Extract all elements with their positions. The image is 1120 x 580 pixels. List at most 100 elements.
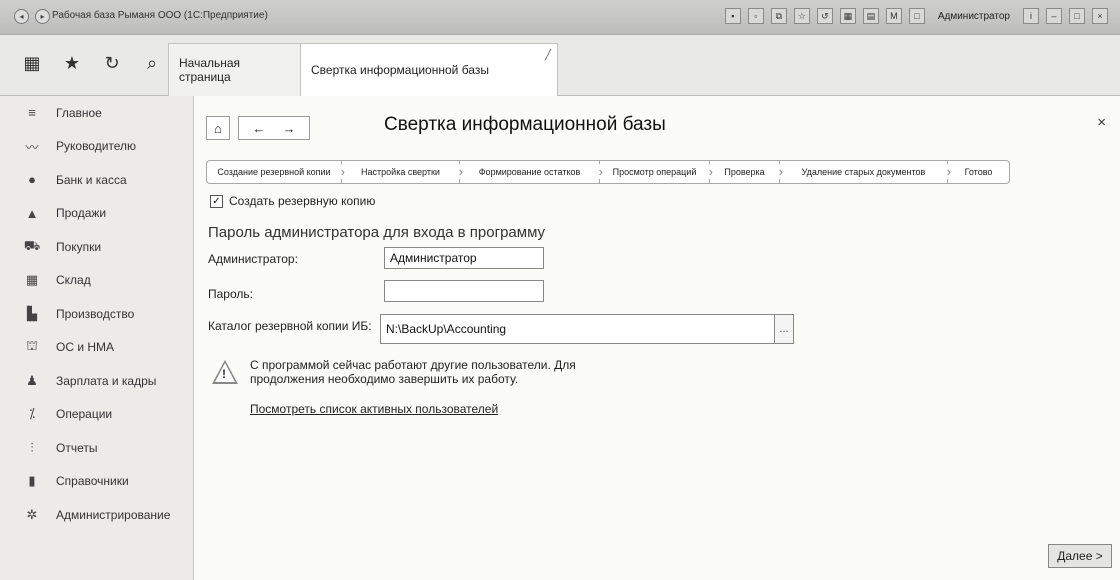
step-check[interactable]: Проверка: [709, 160, 783, 184]
tab-start-page[interactable]: Начальная страница: [168, 43, 306, 96]
operations-icon: ⁒: [29, 406, 35, 422]
apps-grid-icon[interactable]: ▦: [22, 53, 42, 74]
admin-password-heading: Пароль администратора для входа в програ…: [208, 224, 546, 241]
save-icon[interactable]: ▪: [724, 8, 741, 24]
step-backup[interactable]: Создание резервной копии: [206, 160, 345, 184]
sidebar-item-main[interactable]: ≡ Главное: [0, 96, 193, 130]
password-label: Пароль:: [208, 287, 253, 301]
tab-rollup[interactable]: Свертка информационной базы ╱: [300, 43, 558, 96]
current-user[interactable]: Администратор: [938, 11, 1010, 22]
home-button[interactable]: ⌂: [206, 116, 230, 140]
sidebar-item-admin[interactable]: ✲ Администрирование: [0, 498, 193, 532]
step-review[interactable]: Просмотр операций: [599, 160, 713, 184]
back-circle-icon[interactable]: ◂: [14, 9, 29, 24]
warning-line-2: продолжения необходимо завершить их рабо…: [250, 372, 519, 386]
sidebar-item-label: Продажи: [56, 206, 107, 221]
admin-label: Администратор:: [208, 252, 298, 266]
forward-circle-icon[interactable]: ▸: [35, 9, 50, 24]
warning-line-1: С программой сейчас работают другие поль…: [250, 358, 576, 372]
info-icon[interactable]: i: [1023, 8, 1039, 24]
backup-dir-field[interactable]: N:\BackUp\Accounting: [380, 314, 792, 344]
history-icon[interactable]: ↺: [816, 8, 833, 24]
tab-rollup-label: Свертка информационной базы: [311, 63, 489, 77]
backup-dir-label: Каталог резервной копии ИБ:: [208, 319, 372, 333]
warning-mark: !: [222, 367, 226, 381]
menu-icon: ≡: [28, 105, 36, 121]
next-button[interactable]: Далее >: [1048, 544, 1112, 568]
sidebar-item-label: Руководителю: [56, 139, 137, 154]
warning-message: С программой сейчас работают другие поль…: [250, 358, 670, 386]
active-users-link[interactable]: Посмотреть список активных пользователей: [250, 402, 498, 416]
calculator-icon[interactable]: ▦: [839, 8, 856, 24]
titlebar-tools: ▪ ▫ ⧉ ☆ ↺ ▦ ▤ M □ Администратор i – □ ×: [724, 8, 1108, 24]
history-nav: ← →: [238, 116, 310, 140]
sidebar-item-reports[interactable]: ⫶ Отчеты: [0, 431, 193, 465]
forward-arrow-icon[interactable]: →: [283, 121, 296, 136]
quick-toolbar: ▦ ★ ↻ ⌕: [22, 53, 162, 74]
print-icon[interactable]: ▫: [747, 8, 764, 24]
chart-icon: 〰: [25, 139, 39, 155]
back-arrow-icon[interactable]: ←: [253, 121, 266, 136]
admin-field[interactable]: Администратор: [384, 247, 544, 269]
step-delete-old[interactable]: Удаление старых документов: [779, 160, 951, 184]
book-icon: ▮: [28, 473, 36, 489]
sidebar-item-catalogs[interactable]: ▮ Справочники: [0, 465, 193, 499]
sidebar-item-label: Отчеты: [56, 440, 98, 455]
sales-icon: ▲: [25, 205, 39, 221]
sidebar-item-assets[interactable]: ⛫ ОС и НМА: [0, 331, 193, 365]
sidebar-item-manager[interactable]: 〰 Руководителю: [0, 130, 193, 164]
bank-icon: ●: [28, 172, 36, 188]
favorites-star-icon[interactable]: ★: [62, 53, 82, 74]
home-icon: ⌂: [214, 120, 222, 136]
person-icon: ♟: [26, 372, 38, 388]
sidebar-item-label: Справочники: [56, 474, 129, 489]
titlebar-controls: ◂ ▸: [14, 9, 50, 24]
minimize-icon[interactable]: –: [1046, 8, 1062, 24]
sidebar-item-bank[interactable]: ● Банк и касса: [0, 163, 193, 197]
calendar-icon[interactable]: ▤: [862, 8, 879, 24]
sidebar-item-purchases[interactable]: ⛟ Покупки: [0, 230, 193, 264]
gear-icon: ✲: [26, 506, 38, 522]
reports-icon: ⫶: [30, 439, 34, 455]
sidebar-item-label: Банк и касса: [56, 172, 127, 187]
sidebar-item-production[interactable]: ▙ Производство: [0, 297, 193, 331]
sidebar-item-label: Склад: [56, 273, 91, 288]
sidebar-item-label: Администрирование: [56, 507, 171, 522]
history-icon[interactable]: ↻: [102, 53, 122, 74]
maximize-icon[interactable]: □: [1069, 8, 1085, 24]
window-icon[interactable]: □: [908, 8, 925, 24]
sidebar-item-salary[interactable]: ♟ Зарплата и кадры: [0, 364, 193, 398]
close-window-icon[interactable]: ×: [1092, 8, 1108, 24]
sidebar-item-label: Производство: [56, 306, 135, 321]
backup-checkbox-row[interactable]: ✓ Создать резервную копию: [210, 194, 375, 208]
link-icon[interactable]: ⧉: [770, 8, 787, 24]
sidebar-item-operations[interactable]: ⁒ Операции: [0, 398, 193, 432]
tab-close-icon[interactable]: ╱: [545, 50, 551, 61]
sidebar-item-warehouse[interactable]: ▦ Склад: [0, 264, 193, 298]
sidebar-item-label: Главное: [56, 105, 102, 120]
step-settings[interactable]: Настройка свертки: [341, 160, 463, 184]
cart-icon: ⛟: [23, 237, 41, 253]
form-area: ⌂ ← → Свертка информационной базы × Созд…: [194, 96, 1120, 580]
production-icon: ▙: [27, 305, 37, 321]
form-navigation: ⌂ ← →: [206, 116, 310, 140]
sidebar-item-label: Зарплата и кадры: [56, 373, 157, 388]
backup-checkbox-label: Создать резервную копию: [229, 194, 376, 208]
step-done[interactable]: Готово: [947, 160, 1010, 184]
tab-bar: ▦ ★ ↻ ⌕ Начальная страница Свертка инфор…: [0, 35, 1120, 96]
assets-icon: ⛫: [26, 338, 38, 354]
memory-icon[interactable]: M: [885, 8, 902, 24]
search-icon[interactable]: ⌕: [142, 53, 162, 74]
window-title: Рабочая база Рыманя ООО (1С:Предприятие): [52, 10, 268, 21]
sidebar-item-label: Покупки: [56, 239, 102, 254]
sidebar-item-label: Операции: [56, 407, 113, 422]
sidebar-item-label: ОС и НМА: [56, 340, 115, 355]
browse-button[interactable]: ...: [774, 314, 794, 344]
star-icon[interactable]: ☆: [793, 8, 810, 24]
password-field[interactable]: [384, 280, 544, 302]
warehouse-icon: ▦: [25, 272, 39, 288]
close-form-icon[interactable]: ×: [1097, 114, 1106, 131]
step-balances[interactable]: Формирование остатков: [459, 160, 603, 184]
sidebar-item-sales[interactable]: ▲ Продажи: [0, 197, 193, 231]
backup-checkbox[interactable]: ✓: [210, 194, 223, 208]
